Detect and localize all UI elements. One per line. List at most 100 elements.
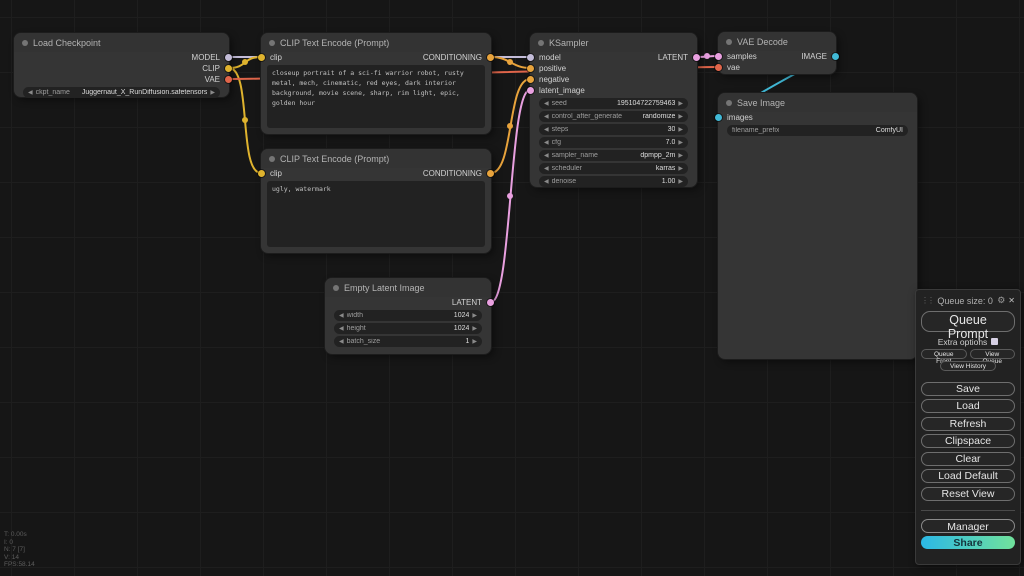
manager-button[interactable]: Manager (921, 519, 1015, 533)
prompt-textarea[interactable]: closeup portrait of a sci-fi warrior rob… (267, 65, 485, 128)
wire-clip-negative (229, 68, 261, 173)
widget-control-after-generate[interactable]: ◀ control_after_generate randomize ▶ (539, 111, 688, 122)
node-vae-decode[interactable]: VAE Decode samples IMAGE vae (718, 32, 836, 74)
settings-gear-icon[interactable]: ⚙ (997, 295, 1005, 306)
output-slot-conditioning[interactable] (487, 54, 494, 61)
node-title: VAE Decode (737, 37, 788, 47)
node-load-checkpoint[interactable]: Load Checkpoint MODEL CLIP VAE ◀ ckpt_na… (14, 33, 229, 97)
output-label-image: IMAGE (801, 52, 827, 61)
widget-width[interactable]: ◀ width 1024 ▶ (334, 310, 482, 321)
link-dot (507, 59, 513, 65)
reset-view-button[interactable]: Reset View (921, 487, 1015, 501)
node-clip-text-encode-positive[interactable]: CLIP Text Encode (Prompt) clip CONDITION… (261, 33, 491, 134)
collapse-dot-icon[interactable] (538, 40, 544, 46)
input-slot-model[interactable] (527, 54, 534, 61)
input-slot-latent-image[interactable] (527, 87, 534, 94)
node-ksampler[interactable]: KSampler model LATENT positive negative … (530, 33, 697, 187)
next-value-icon[interactable]: ▶ (472, 325, 477, 332)
prev-value-icon[interactable]: ◀ (339, 325, 344, 332)
prev-value-icon[interactable]: ◀ (544, 139, 549, 146)
prev-value-icon[interactable]: ◀ (544, 178, 549, 185)
widget-batch-size[interactable]: ◀ batch_size 1 ▶ (334, 336, 482, 347)
widget-value: randomize (625, 113, 675, 120)
prev-value-icon[interactable]: ◀ (544, 152, 549, 159)
node-title: Save Image (737, 98, 785, 108)
prev-value-icon[interactable]: ◀ (339, 312, 344, 319)
prev-value-icon[interactable]: ◀ (544, 100, 549, 107)
node-save-image[interactable]: Save Image images filename_prefix ComfyU… (718, 93, 917, 359)
queue-front-button[interactable]: Queue Front (921, 349, 967, 359)
close-icon[interactable]: ✕ (1008, 296, 1015, 305)
collapse-dot-icon[interactable] (726, 100, 732, 106)
input-slot-negative[interactable] (527, 76, 534, 83)
input-slot-positive[interactable] (527, 65, 534, 72)
node-title: CLIP Text Encode (Prompt) (280, 38, 389, 48)
node-graph-canvas[interactable]: Load Checkpoint MODEL CLIP VAE ◀ ckpt_na… (0, 0, 1024, 576)
collapse-dot-icon[interactable] (269, 156, 275, 162)
extra-options-checkbox[interactable] (991, 338, 998, 345)
widget-label: cfg (552, 139, 561, 146)
input-slot-vae[interactable] (715, 64, 722, 71)
view-history-button[interactable]: View History (940, 361, 996, 371)
node-empty-latent-image[interactable]: Empty Latent Image LATENT ◀ width 1024 ▶… (325, 278, 491, 354)
output-slot-image[interactable] (832, 53, 839, 60)
output-slot-latent[interactable] (487, 299, 494, 306)
input-slot-images[interactable] (715, 114, 722, 121)
prev-value-icon[interactable]: ◀ (544, 165, 549, 172)
clipspace-button[interactable]: Clipspace (921, 434, 1015, 448)
prev-value-icon[interactable]: ◀ (544, 113, 549, 120)
widget-label: width (347, 312, 363, 319)
share-button[interactable]: Share (921, 536, 1015, 549)
next-value-icon[interactable]: ▶ (678, 126, 683, 133)
refresh-button[interactable]: Refresh (921, 417, 1015, 431)
next-value-icon[interactable]: ▶ (678, 178, 683, 185)
next-value-icon[interactable]: ▶ (678, 139, 683, 146)
next-value-icon[interactable]: ▶ (210, 89, 215, 96)
widget-label: sampler_name (552, 152, 598, 159)
load-button[interactable]: Load (921, 399, 1015, 413)
input-slot-samples[interactable] (715, 53, 722, 60)
prev-value-icon[interactable]: ◀ (339, 338, 344, 345)
next-value-icon[interactable]: ▶ (678, 100, 683, 107)
queue-size-label: Queue size: 0 (936, 296, 994, 306)
widget-filename-prefix[interactable]: filename_prefix ComfyUI (727, 125, 908, 136)
widget-cfg[interactable]: ◀ cfg 7.0 ▶ (539, 137, 688, 148)
widget-ckpt-name[interactable]: ◀ ckpt_name Juggernaut_X_RunDiffusion.sa… (23, 87, 220, 98)
prev-value-icon[interactable]: ◀ (28, 89, 33, 96)
next-value-icon[interactable]: ▶ (472, 312, 477, 319)
output-label-vae: VAE (205, 75, 220, 84)
next-value-icon[interactable]: ▶ (678, 165, 683, 172)
load-default-button[interactable]: Load Default (921, 469, 1015, 483)
next-value-icon[interactable]: ▶ (678, 113, 683, 120)
output-slot-conditioning[interactable] (487, 170, 494, 177)
save-button[interactable]: Save (921, 382, 1015, 396)
widget-scheduler[interactable]: ◀ scheduler karras ▶ (539, 163, 688, 174)
widget-denoise[interactable]: ◀ denoise 1.00 ▶ (539, 176, 688, 187)
collapse-dot-icon[interactable] (726, 39, 732, 45)
collapse-dot-icon[interactable] (333, 285, 339, 291)
output-label-conditioning: CONDITIONING (423, 53, 482, 62)
clear-button[interactable]: Clear (921, 452, 1015, 466)
output-label-conditioning: CONDITIONING (423, 169, 482, 178)
collapse-dot-icon[interactable] (269, 40, 275, 46)
view-queue-button[interactable]: View Queue (970, 349, 1016, 359)
stat-line: I: 0 (4, 539, 35, 547)
next-value-icon[interactable]: ▶ (678, 152, 683, 159)
output-slot-model[interactable] (225, 54, 232, 61)
input-slot-clip[interactable] (258, 54, 265, 61)
queue-prompt-button[interactable]: Queue Prompt (921, 311, 1015, 332)
prev-value-icon[interactable]: ◀ (544, 126, 549, 133)
widget-sampler-name[interactable]: ◀ sampler_name dpmpp_2m ▶ (539, 150, 688, 161)
drag-handle-icon[interactable]: ⋮⋮ (921, 296, 933, 305)
widget-height[interactable]: ◀ height 1024 ▶ (334, 323, 482, 334)
node-clip-text-encode-negative[interactable]: CLIP Text Encode (Prompt) clip CONDITION… (261, 149, 491, 253)
prompt-textarea[interactable]: ugly, watermark (267, 181, 485, 247)
widget-seed[interactable]: ◀ seed 195104722759463 ▶ (539, 98, 688, 109)
output-slot-latent[interactable] (693, 54, 700, 61)
input-slot-clip[interactable] (258, 170, 265, 177)
output-slot-clip[interactable] (225, 65, 232, 72)
next-value-icon[interactable]: ▶ (472, 338, 477, 345)
collapse-dot-icon[interactable] (22, 40, 28, 46)
widget-steps[interactable]: ◀ steps 30 ▶ (539, 124, 688, 135)
output-slot-vae[interactable] (225, 76, 232, 83)
